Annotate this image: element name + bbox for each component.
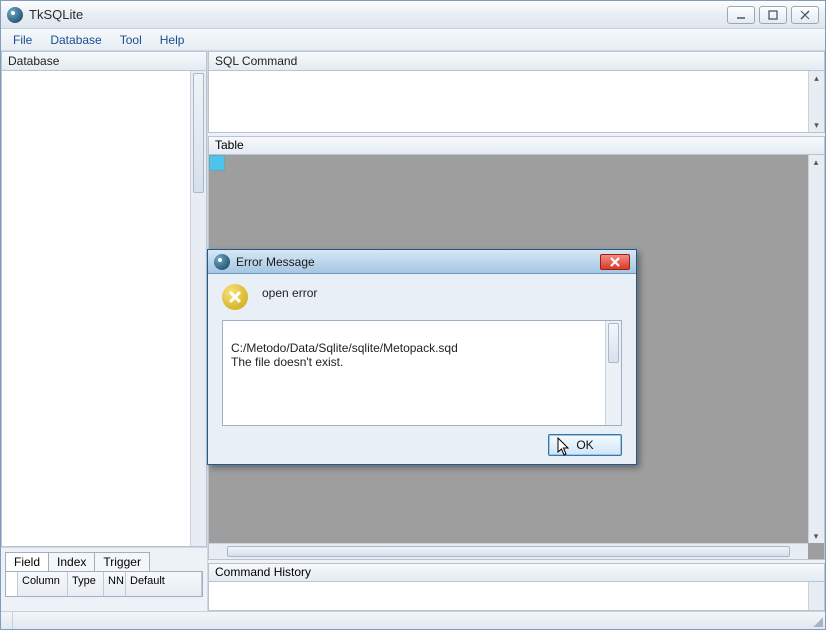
dialog-close-button[interactable] <box>600 254 630 270</box>
main-window: TkSQLite File Database Tool Help Databas… <box>0 0 826 630</box>
dialog-detail-scrollbar[interactable] <box>605 321 621 425</box>
scrollbar-thumb[interactable] <box>608 323 619 363</box>
dialog-detail-text[interactable]: C:/Metodo/Data/Sqlite/sqlite/Metopack.sq… <box>222 320 622 426</box>
dialog-title-bar: Error Message <box>208 250 636 274</box>
ok-button-label: OK <box>576 438 593 452</box>
dialog-button-row: OK <box>222 426 622 456</box>
ok-button[interactable]: OK <box>548 434 622 456</box>
dialog-heading: open error <box>262 284 317 300</box>
error-dialog: Error Message open error C:/Metodo/Data/… <box>207 249 637 465</box>
error-icon <box>222 284 248 310</box>
dialog-message-row: open error <box>222 284 622 310</box>
dialog-detail-content: C:/Metodo/Data/Sqlite/sqlite/Metopack.sq… <box>231 341 458 369</box>
dialog-body: open error C:/Metodo/Data/Sqlite/sqlite/… <box>208 274 636 464</box>
dialog-title: Error Message <box>236 255 315 269</box>
dialog-backdrop: Error Message open error C:/Metodo/Data/… <box>1 1 825 629</box>
dialog-app-icon <box>214 254 230 270</box>
